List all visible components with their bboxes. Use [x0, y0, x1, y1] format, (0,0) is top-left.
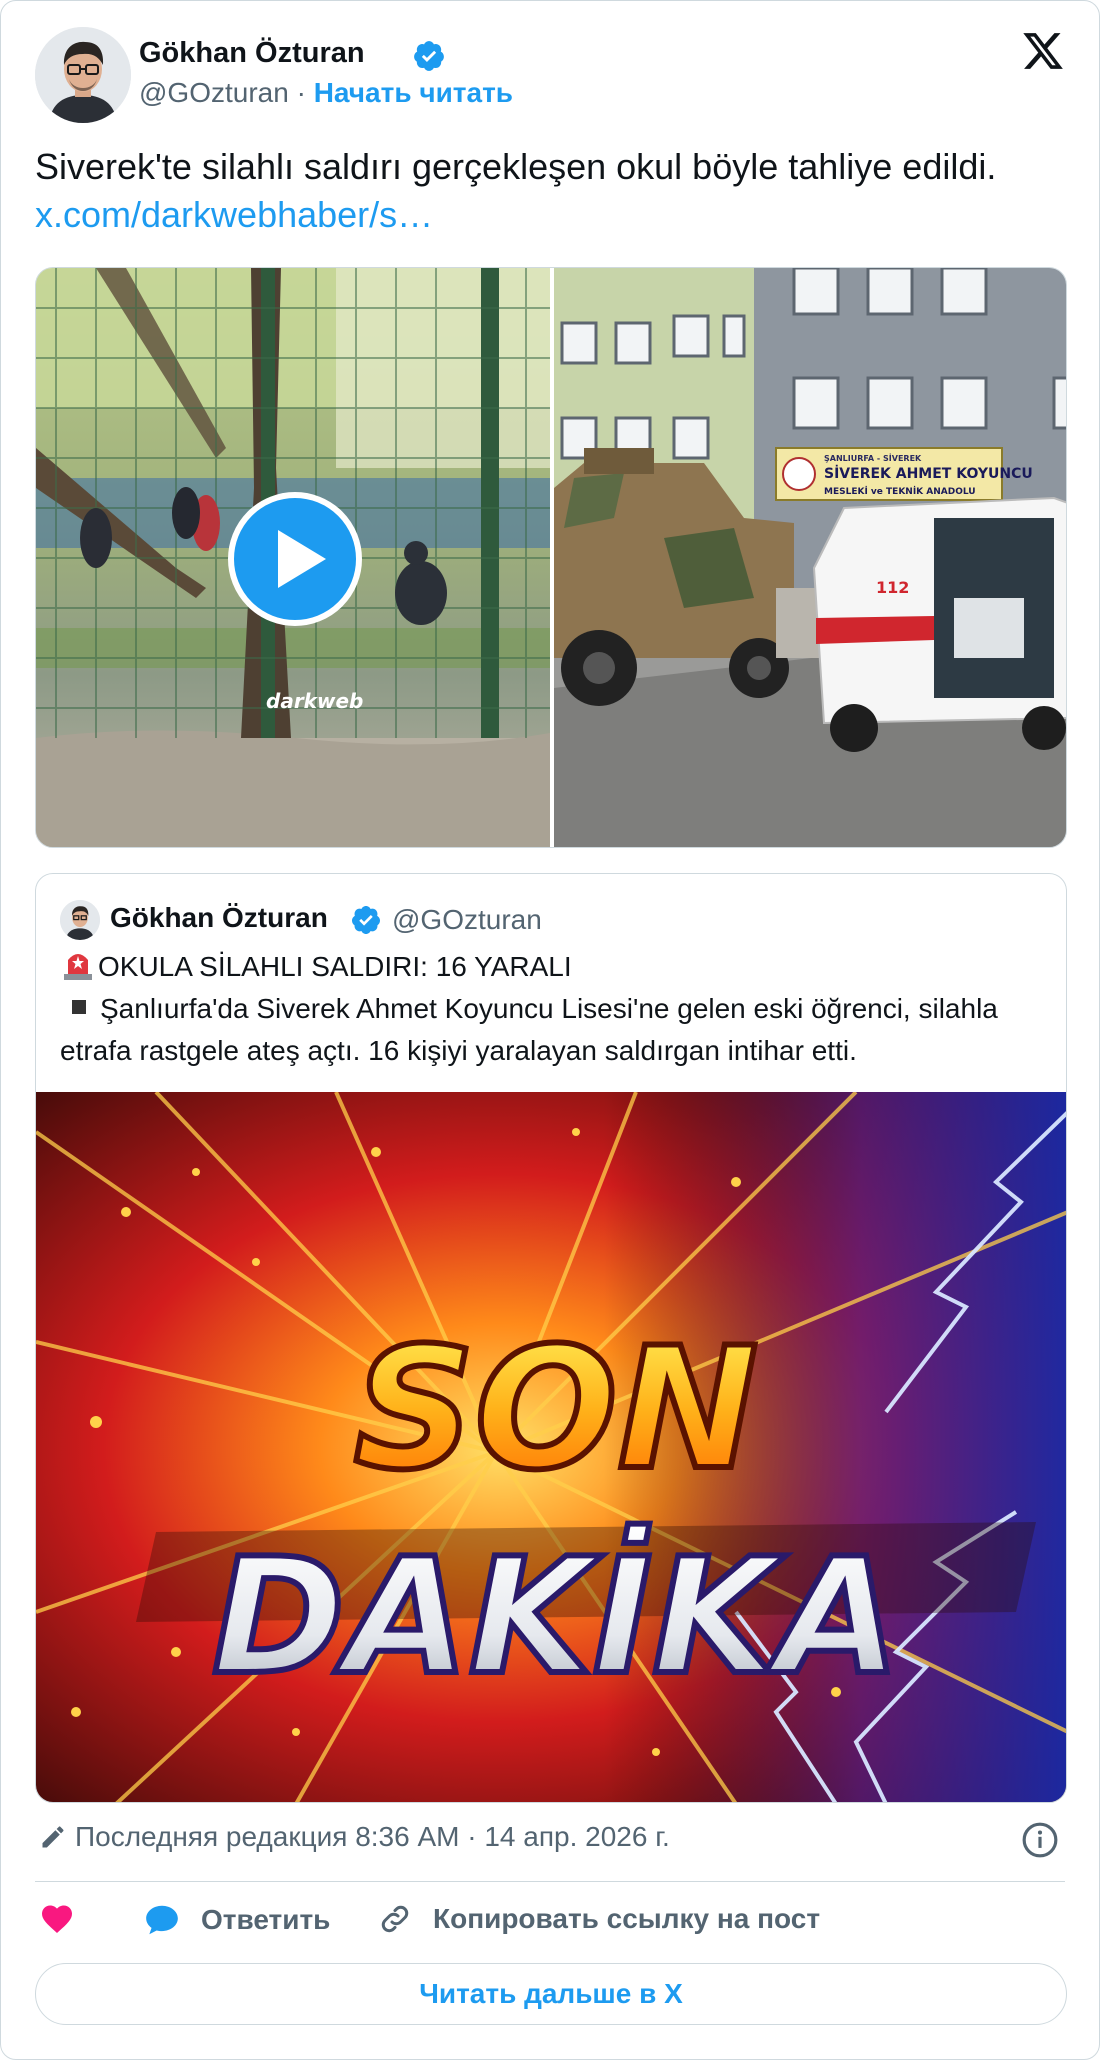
siren-icon [64, 954, 92, 980]
reply-label: Ответить [201, 1904, 331, 1935]
watermark: darkweb [266, 689, 363, 713]
action-bar: Ответить Копировать ссылку на пост [39, 1901, 1065, 1945]
post-link[interactable]: x.com/darkwebhaber/s… [35, 194, 433, 235]
play-icon[interactable] [228, 492, 362, 626]
image-word-dakika: DAKİKA [212, 1523, 900, 1710]
pencil-icon [42, 1826, 64, 1848]
quoted-author-handle: @GOzturan [392, 904, 542, 935]
read-more-label: Читать дальше в X [419, 1978, 683, 2009]
edited-text: Последняя редакция 8:36 AM · 14 апр. 202… [75, 1821, 670, 1852]
quoted-text: OKULA SİLAHLI SALDIRI: 16 YARALI Şanlıur… [60, 946, 1050, 1072]
handle-line: @GOzturan · Начать читать [139, 77, 513, 109]
read-more-button[interactable]: Читать дальше в X [35, 1963, 1067, 2025]
reply-bubble-icon [146, 1905, 178, 1935]
reply-button[interactable]: Ответить [143, 1901, 330, 1939]
separator: · [288, 77, 314, 108]
author-name[interactable]: Gökhan Özturan [139, 37, 365, 70]
quoted-post[interactable]: Gökhan Özturan @GOzturan OKULA SİLAHLI S… [35, 873, 1067, 1803]
bullet-icon [72, 1000, 86, 1014]
quoted-headline: OKULA SİLAHLI SALDIRI: 16 YARALI [60, 946, 1050, 988]
sign-line-2: SİVEREK AHMET KOYUNCU [824, 465, 1033, 482]
divider [35, 1881, 1065, 1882]
image-word-son: SON [354, 1311, 758, 1507]
like-button[interactable] [39, 1901, 75, 1937]
quoted-body-text: Şanlıurfa'da Siverek Ahmet Koyuncu Lises… [60, 993, 998, 1066]
edited-info[interactable]: Последняя редакция 8:36 AM · 14 апр. 202… [39, 1821, 670, 1853]
quoted-headline-text: OKULA SİLAHLI SALDIRI: 16 YARALI [98, 951, 572, 982]
heart-icon [42, 1905, 72, 1934]
verified-badge-icon [414, 41, 444, 71]
school-photo[interactable]: ŞANLIURFA - SİVEREK SİVEREK AHMET KOYUNC… [554, 268, 1066, 847]
post-header: Gökhan Özturan @GOzturan · Начать читать [35, 27, 1065, 123]
sign-line-3: MESLEKİ ve TEKNİK ANADOLU [824, 486, 976, 497]
quoted-avatar [60, 900, 100, 940]
ambulance-number: 112 [876, 578, 909, 597]
link-icon [381, 1905, 409, 1933]
info-icon[interactable] [1021, 1821, 1059, 1859]
avatar[interactable] [35, 27, 131, 123]
media-grid: darkweb ŞANLIURFA - SİVEREK SİVEREK AHME… [35, 267, 1067, 848]
embedded-post-card: Gökhan Özturan @GOzturan · Начать читать… [0, 0, 1100, 2060]
quoted-author-name: Gökhan Özturan [110, 902, 328, 933]
post-body: Siverek'te silahlı saldırı gerçekleşen o… [35, 146, 997, 187]
author-handle[interactable]: @GOzturan [139, 77, 289, 108]
x-logo-icon[interactable] [1021, 29, 1065, 73]
quoted-verified-badge-icon [351, 906, 380, 934]
sign-line-1: ŞANLIURFA - SİVEREK [824, 453, 922, 463]
copy-link-label: Копировать ссылку на пост [433, 1903, 821, 1934]
breaking-news-image[interactable]: SON DAKİKA [36, 1092, 1066, 1802]
follow-link[interactable]: Начать читать [314, 77, 513, 108]
quoted-body: Şanlıurfa'da Siverek Ahmet Koyuncu Lises… [60, 988, 1050, 1072]
post-text: Siverek'te silahlı saldırı gerçekleşen o… [35, 143, 1035, 239]
video-thumbnail[interactable]: darkweb [36, 268, 550, 847]
copy-link-button[interactable]: Копировать ссылку на пост [377, 1901, 820, 1937]
